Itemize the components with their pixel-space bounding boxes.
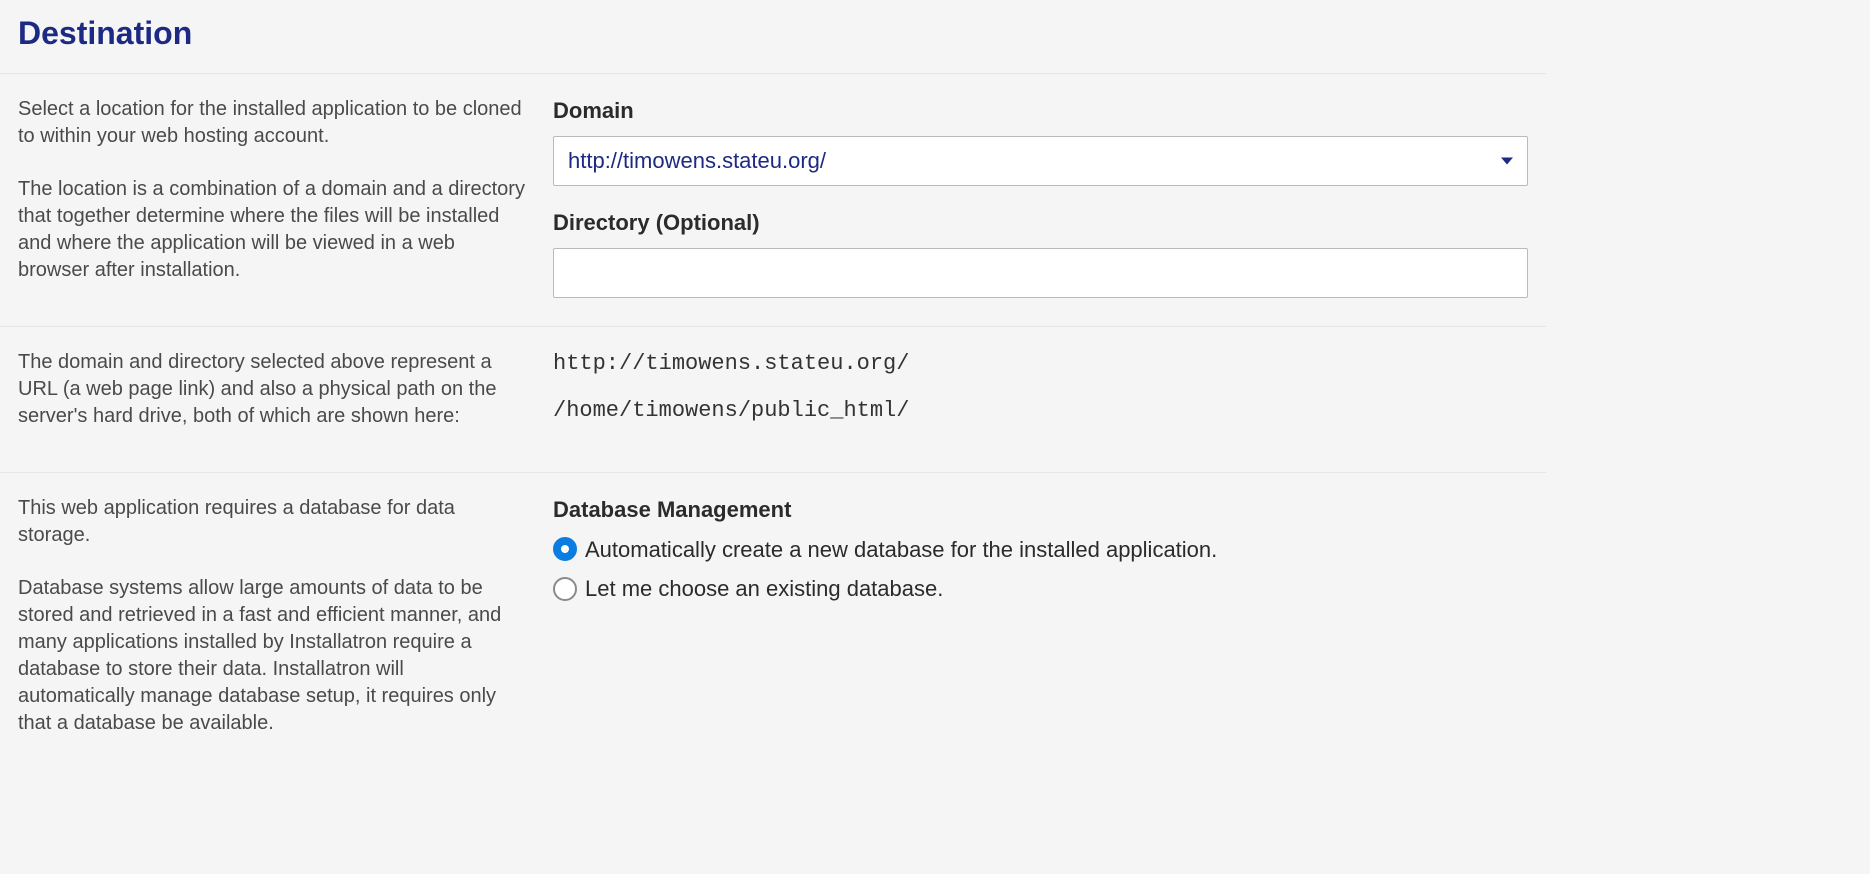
database-heading: Database Management — [553, 495, 1528, 525]
radio-existing-db[interactable]: Let me choose an existing database. — [553, 574, 1528, 604]
location-desc-p2: The location is a combination of a domai… — [18, 176, 525, 284]
resolved-url: http://timowens.stateu.org/ — [553, 349, 1528, 379]
radio-auto-label: Automatically create a new database for … — [585, 535, 1217, 565]
resolved-filesystem-path: /home/timowens/public_html/ — [553, 396, 1528, 426]
paths-desc: The domain and directory selected above … — [18, 349, 525, 430]
paths-description: The domain and directory selected above … — [18, 349, 553, 444]
directory-label: Directory (Optional) — [553, 208, 1528, 238]
radio-icon — [553, 577, 577, 601]
domain-select[interactable]: http://timowens.stateu.org/ — [553, 136, 1528, 186]
row-location: Select a location for the installed appl… — [0, 74, 1546, 326]
radio-icon — [553, 537, 577, 561]
location-description: Select a location for the installed appl… — [18, 96, 553, 297]
radio-existing-label: Let me choose an existing database. — [585, 574, 943, 604]
location-desc-p1: Select a location for the installed appl… — [18, 96, 525, 150]
section-header: Destination — [0, 0, 1546, 74]
database-desc-p2: Database systems allow large amounts of … — [18, 575, 525, 737]
domain-select-value: http://timowens.stateu.org/ — [568, 146, 826, 176]
database-desc-p1: This web application requires a database… — [18, 495, 525, 549]
database-description: This web application requires a database… — [18, 495, 553, 737]
section-title: Destination — [18, 12, 1528, 55]
directory-input[interactable] — [553, 248, 1528, 298]
domain-label: Domain — [553, 96, 1528, 126]
row-database: This web application requires a database… — [0, 473, 1546, 765]
row-paths: The domain and directory selected above … — [0, 327, 1546, 473]
radio-auto-create-db[interactable]: Automatically create a new database for … — [553, 535, 1528, 565]
